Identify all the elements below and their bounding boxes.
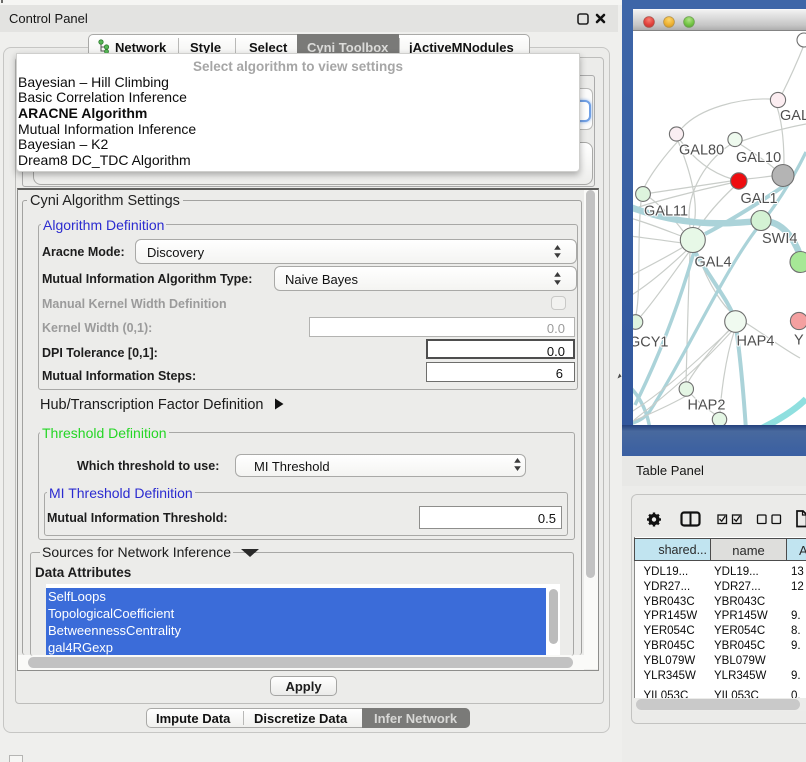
svg-text:GAL10: GAL10 — [736, 150, 781, 166]
svg-text:GAL2: GAL2 — [780, 108, 806, 124]
svg-text:Y: Y — [794, 333, 804, 349]
svg-text:GAL11: GAL11 — [644, 204, 688, 220]
svg-text:GAL80: GAL80 — [679, 143, 724, 159]
svg-text:SWI4: SWI4 — [762, 231, 797, 247]
svg-text:GAL4: GAL4 — [695, 255, 732, 271]
svg-text:HAP2: HAP2 — [688, 398, 726, 414]
svg-text:GCY1: GCY1 — [633, 335, 669, 351]
svg-text:HAP4: HAP4 — [737, 334, 775, 350]
svg-text:GAL1: GAL1 — [741, 191, 778, 207]
